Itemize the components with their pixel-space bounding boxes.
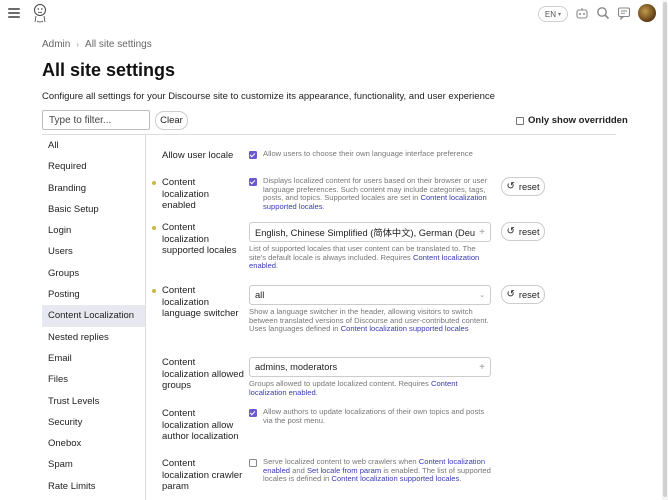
reset-button[interactable]: ↺ reset bbox=[501, 177, 545, 196]
setting-label: Content localization supported locales bbox=[162, 222, 237, 256]
reset-label: reset bbox=[518, 226, 540, 237]
nav-item-trust-levels[interactable]: Trust Levels bbox=[42, 391, 145, 412]
nav-item-basic-setup[interactable]: Basic Setup bbox=[42, 199, 145, 220]
setting-control: Displays localized content for users bas… bbox=[249, 176, 493, 211]
chevron-down-icon: ⌄ bbox=[479, 292, 485, 299]
help-end: . bbox=[322, 201, 325, 211]
setting-control: admins, moderators + Groups allowed to u… bbox=[249, 357, 493, 397]
help-end: . bbox=[276, 261, 279, 271]
setting-control: English, Chinese Simplified (简体中文), Germ… bbox=[249, 222, 493, 271]
content-localization-enabled-checkbox[interactable] bbox=[249, 178, 257, 186]
reset-icon: ↺ bbox=[506, 226, 515, 237]
only-overridden-checkbox[interactable] bbox=[516, 116, 524, 125]
setting-help: Allow authors to update localizations of… bbox=[263, 407, 485, 425]
setting-label: Content localization allow author locali… bbox=[162, 408, 239, 442]
setting-label: Content localization enabled bbox=[162, 177, 209, 211]
setting-control: all ⌄ Show a language switcher in the he… bbox=[249, 285, 493, 334]
setting-label: Allow user locale bbox=[162, 150, 234, 161]
overridden-indicator bbox=[152, 181, 156, 185]
breadcrumb: Admin › All site settings bbox=[42, 39, 152, 50]
allow-user-locale-checkbox[interactable] bbox=[249, 151, 257, 159]
nav-item-login[interactable]: Login bbox=[42, 220, 145, 241]
supported-locales-multiselect[interactable]: English, Chinese Simplified (简体中文), Germ… bbox=[249, 222, 491, 242]
setting-control: Serve localized content to web crawlers … bbox=[249, 457, 493, 484]
nav-item-email[interactable]: Email bbox=[42, 348, 145, 369]
nav-item-nested-replies[interactable]: Nested replies bbox=[42, 327, 145, 348]
breadcrumb-admin-link[interactable]: Admin bbox=[42, 39, 70, 50]
page-description: Configure all settings for your Discours… bbox=[42, 91, 495, 102]
reset-icon: ↺ bbox=[506, 181, 515, 192]
reset-button[interactable]: ↺ reset bbox=[501, 285, 545, 304]
nav-item-branding[interactable]: Branding bbox=[42, 178, 145, 199]
setting-label: Content localization allowed groups bbox=[162, 357, 244, 391]
nav-item-groups[interactable]: Groups bbox=[42, 263, 145, 284]
setting-help: Serve localized content to web crawlers … bbox=[249, 457, 493, 484]
setting-help: Show a language switcher in the header, … bbox=[249, 307, 493, 334]
nav-item-security[interactable]: Security bbox=[42, 412, 145, 433]
nav-item-files[interactable]: Files bbox=[42, 369, 145, 390]
selected-value: all bbox=[255, 290, 265, 300]
nav-item-users[interactable]: Users bbox=[42, 241, 145, 262]
chat-icon[interactable] bbox=[617, 6, 631, 21]
setting-help: Groups allowed to update localized conte… bbox=[249, 379, 493, 397]
breadcrumb-current[interactable]: All site settings bbox=[85, 39, 152, 50]
nav-item-onebox[interactable]: Onebox bbox=[42, 433, 145, 454]
setting-help: Displays localized content for users bas… bbox=[249, 176, 493, 211]
nav-item-content-localization[interactable]: Content Localization bbox=[42, 305, 145, 327]
setting-label: Content localization language switcher bbox=[162, 285, 239, 319]
setting-help: Allow users to choose their own language… bbox=[263, 149, 473, 158]
reset-label: reset bbox=[518, 181, 540, 192]
page-scrollbar[interactable] bbox=[662, 0, 668, 500]
nav-item-rate-limits[interactable]: Rate Limits bbox=[42, 476, 145, 497]
crawler-param-checkbox[interactable] bbox=[249, 459, 257, 467]
nav-item-posting[interactable]: Posting bbox=[42, 284, 145, 305]
setting-control: Allow users to choose their own language… bbox=[249, 149, 493, 159]
robot-icon[interactable] bbox=[575, 6, 589, 20]
allow-author-localization-checkbox[interactable] bbox=[249, 409, 257, 417]
plus-icon: + bbox=[479, 226, 485, 238]
hamburger-menu-icon[interactable] bbox=[8, 8, 20, 18]
page-title: All site settings bbox=[42, 60, 176, 80]
clear-filter-button[interactable]: Clear bbox=[155, 111, 188, 130]
reset-button[interactable]: ↺ reset bbox=[501, 222, 545, 241]
nav-item-required[interactable]: Required bbox=[42, 156, 145, 177]
overridden-indicator bbox=[152, 289, 156, 293]
nav-item-all[interactable]: All bbox=[42, 135, 145, 156]
site-header: EN ▾ bbox=[0, 0, 668, 28]
setting-label: Content localization crawler param bbox=[162, 458, 243, 492]
selected-locales: English, Chinese Simplified (简体中文), Germ… bbox=[255, 228, 476, 238]
only-overridden-label: Only show overridden bbox=[528, 115, 628, 126]
help-link[interactable]: Content localization supported locales bbox=[331, 474, 459, 483]
chevron-down-icon: ▾ bbox=[558, 11, 562, 18]
language-code: EN bbox=[544, 9, 557, 19]
reset-icon: ↺ bbox=[506, 289, 515, 300]
language-switcher-select[interactable]: all ⌄ bbox=[249, 285, 491, 305]
overridden-indicator bbox=[152, 226, 156, 230]
setting-help: List of supported locales that user cont… bbox=[249, 244, 493, 271]
reset-label: reset bbox=[518, 289, 540, 300]
setting-control: Allow authors to update localizations of… bbox=[249, 407, 493, 425]
nav-item-spam[interactable]: Spam bbox=[42, 454, 145, 475]
settings-filter-input[interactable] bbox=[42, 110, 150, 130]
chevron-right-icon: › bbox=[76, 40, 80, 49]
settings-category-nav: All Required Branding Basic Setup Login … bbox=[42, 135, 146, 500]
site-logo[interactable] bbox=[32, 2, 50, 24]
selected-groups: admins, moderators bbox=[255, 362, 338, 372]
user-avatar[interactable] bbox=[638, 4, 656, 22]
plus-icon: + bbox=[479, 361, 485, 373]
help-end: . bbox=[459, 474, 462, 484]
language-switcher-button[interactable]: EN ▾ bbox=[538, 6, 568, 22]
only-overridden-toggle[interactable]: Only show overridden bbox=[516, 115, 628, 126]
search-icon[interactable] bbox=[596, 6, 610, 20]
allowed-groups-multiselect[interactable]: admins, moderators + bbox=[249, 357, 491, 377]
help-end: . bbox=[315, 387, 318, 397]
help-link[interactable]: Content localization supported locales bbox=[341, 324, 469, 333]
